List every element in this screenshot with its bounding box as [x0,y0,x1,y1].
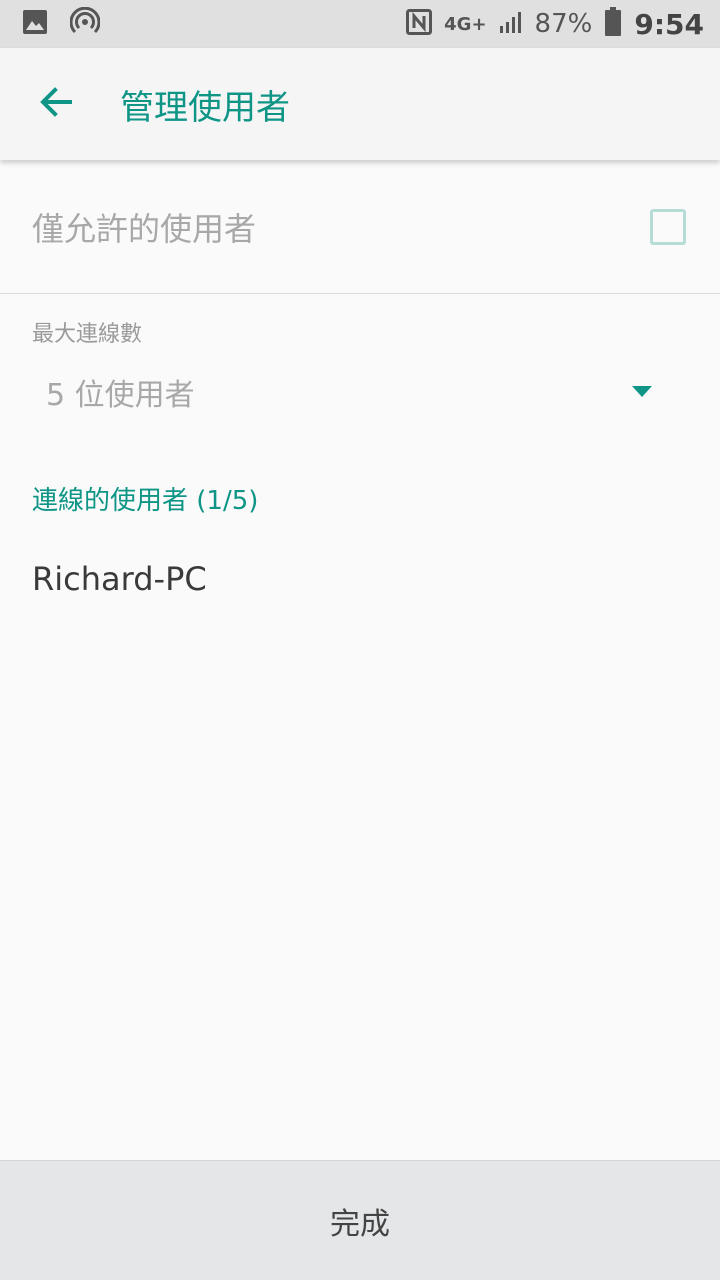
allow-only-users-row[interactable]: 僅允許的使用者 [0,160,720,294]
list-item[interactable]: Richard-PC [32,560,207,598]
hotspot-icon [69,6,101,41]
done-button[interactable]: 完成 [0,1160,720,1280]
status-bar-right: 4G+ 87% 9:54 [394,7,704,41]
network-4g-icon: 4G+ [444,13,487,35]
connected-users-title: 連線的使用者 (1/5) [32,486,259,516]
status-time: 9:54 [634,7,704,41]
max-connections-label: 最大連線數 [32,322,143,347]
battery-icon [604,7,622,41]
allow-only-users-checkbox[interactable] [650,208,686,245]
max-connections-dropdown[interactable]: 5 位使用者 [32,356,668,428]
allow-only-users-label: 僅允許的使用者 [32,209,257,248]
status-bar-left [22,6,122,41]
arrow-back-icon [38,84,74,124]
dropdown-arrow-icon [632,383,652,402]
max-connections-value: 5 位使用者 [46,378,195,413]
back-button[interactable] [20,68,92,140]
app-bar: 管理使用者 [0,48,720,160]
battery-percent: 87% [534,9,593,39]
page-title: 管理使用者 [120,87,290,128]
image-icon [22,9,48,39]
signal-icon [499,10,523,38]
status-bar: 4G+ 87% 9:54 [0,0,720,48]
nfc-icon [406,9,433,39]
